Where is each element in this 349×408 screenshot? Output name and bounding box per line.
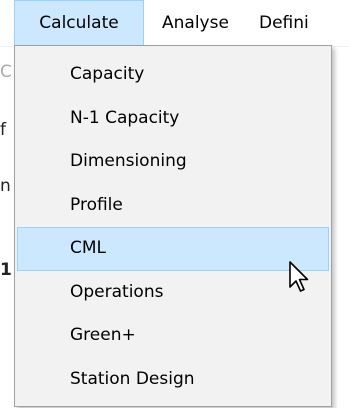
background-text-fragment: f: [0, 120, 6, 140]
menu-item-list: Capacity N-1 Capacity Dimensioning Profi…: [15, 53, 331, 401]
menu-bar: Calculate Analyse Defini: [0, 0, 349, 47]
background-text-fragment: 1: [0, 260, 12, 280]
menu-item-n-1-capacity[interactable]: N-1 Capacity: [17, 97, 329, 141]
menu-item-dimensioning[interactable]: Dimensioning: [17, 140, 329, 184]
menu-item-cml[interactable]: CML: [17, 227, 329, 271]
menu-definitions[interactable]: Defini: [259, 0, 309, 46]
calculate-dropdown-menu: Capacity N-1 Capacity Dimensioning Profi…: [14, 45, 332, 407]
menu-item-capacity[interactable]: Capacity: [17, 53, 329, 97]
menu-calculate[interactable]: Calculate: [14, 0, 144, 46]
application-window: Calculate Analyse Defini C f n 1 Capacit…: [0, 0, 349, 408]
menu-item-operations[interactable]: Operations: [17, 271, 329, 315]
background-text-fragment: C: [0, 62, 12, 82]
menu-analyse[interactable]: Analyse: [162, 0, 229, 46]
menu-item-profile[interactable]: Profile: [17, 184, 329, 228]
menu-item-green-plus[interactable]: Green+: [17, 314, 329, 358]
mouse-pointer-icon: [289, 261, 309, 292]
background-text-fragment: n: [0, 176, 11, 196]
menu-item-station-design[interactable]: Station Design: [17, 358, 329, 402]
